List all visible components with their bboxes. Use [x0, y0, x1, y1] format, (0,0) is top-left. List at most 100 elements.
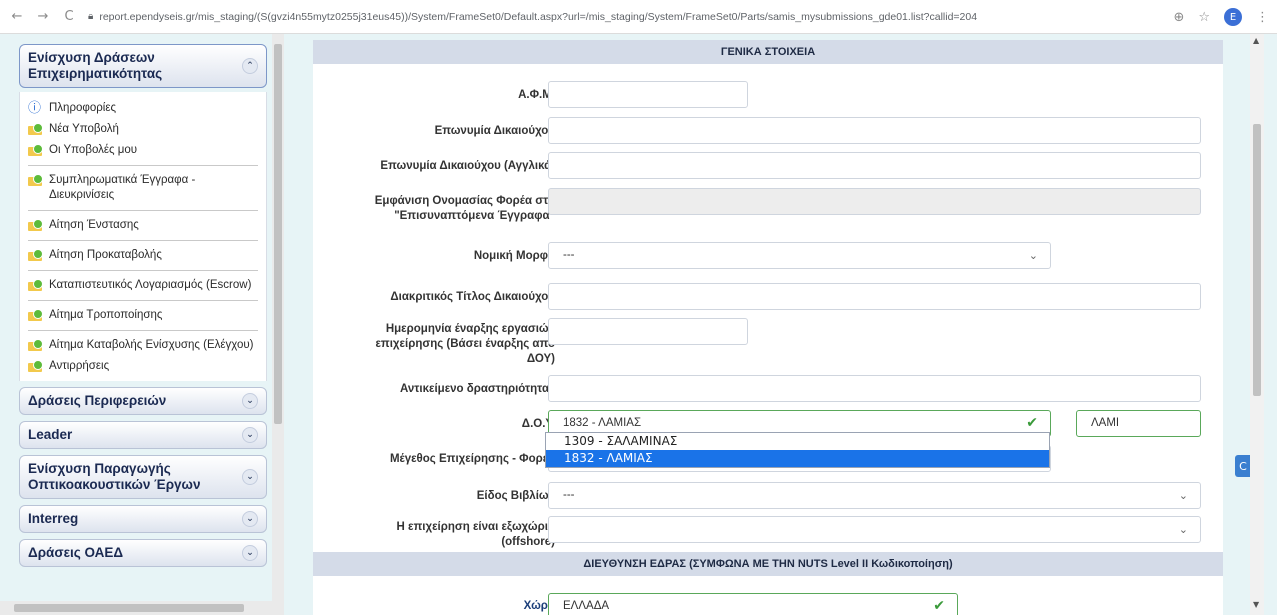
eponymia-input[interactable] — [548, 117, 1201, 144]
sidebar-item-oi-ypovoles-mou[interactable]: Οι Υποβολές μου — [28, 140, 258, 166]
offshore-select[interactable]: ⌄ — [548, 516, 1201, 543]
info-icon: ⓘ — [28, 101, 42, 116]
page-body: Ενίσχυση Δράσεων Επιχειρηματικότητας ⌃ ⓘ… — [0, 34, 1277, 615]
doy-option-lamias[interactable]: 1832 - ΛΑΜΙΑΣ — [546, 450, 1049, 467]
nomiki-morfi-label: Νομική Μορφή — [473, 250, 555, 262]
diakritikos-label: Διακριτικός Τίτλος Δικαιούχου — [390, 291, 555, 303]
megethos-label: Μέγεθος Επιχείρησης - Φορέα — [389, 453, 555, 465]
folder-icon — [28, 219, 44, 232]
sidebar-scrollbar[interactable] — [272, 34, 284, 615]
antikeimeno-label: Αντικείμενο δραστηριότητας — [400, 383, 555, 395]
main-form: ΓΕΝΙΚΑ ΣΤΟΙΧΕΙΑ Α.Φ.Μ. Επωνυμία Δικαιούχ… — [313, 40, 1223, 615]
antikeimeno-input[interactable] — [548, 375, 1201, 402]
main-scrollbar[interactable]: ▲ ▼ — [1250, 34, 1264, 615]
sidebar-item-label: Οι Υποβολές μου — [49, 144, 138, 156]
sidebar-item-label: Αίτηση Ένστασης — [49, 219, 139, 231]
chevron-down-icon: ⌄ — [1028, 249, 1038, 262]
scroll-down-icon[interactable]: ▼ — [1253, 600, 1259, 609]
chevron-down-icon: ⌄ — [1178, 489, 1188, 502]
expand-icon[interactable]: ⌄ — [242, 545, 258, 561]
afm-label: Α.Φ.Μ. — [518, 89, 555, 101]
eponymia-label: Επωνυμία Δικαιούχου — [434, 125, 555, 137]
scroll-up-icon[interactable]: ▲ — [1253, 36, 1259, 45]
expand-icon[interactable]: ⌄ — [242, 427, 258, 443]
folder-icon — [28, 144, 44, 157]
eidos-vivlion-select[interactable]: --- ⌄ — [548, 482, 1201, 509]
sidebar-item-label: Αίτηση Προκαταβολής — [49, 249, 162, 261]
sidebar-section-title: Interreg — [28, 511, 79, 526]
doy-filter-input[interactable]: ΛΑΜΙ — [1076, 410, 1201, 437]
xora-select[interactable]: ΕΛΛΑΔΑ ✔ — [548, 593, 958, 615]
bookmark-star-icon[interactable]: ☆ — [1198, 10, 1210, 25]
sidebar-section-title: Ενίσχυση Παραγωγής Οπτικοακουστικών Έργω… — [28, 461, 201, 492]
profile-avatar[interactable]: E — [1224, 8, 1242, 26]
back-icon[interactable]: ← — [8, 8, 26, 26]
sidebar-section-title: Leader — [28, 427, 73, 442]
sidebar-item-nea-ypovoli[interactable]: Νέα Υποβολή — [28, 119, 258, 140]
sidebar-item-label: Αίτημα Τροποποίησης — [49, 309, 163, 321]
sidebar-section-enisxysi-drasewn[interactable]: Ενίσχυση Δράσεων Επιχειρηματικότητας ⌃ — [19, 44, 267, 88]
folder-icon — [28, 360, 44, 373]
collapse-icon[interactable]: ⌃ — [242, 58, 258, 74]
sidebar-item-katavoli[interactable]: Αίτημα Καταβολής Ενίσχυσης (Ελέγχου) — [28, 335, 258, 356]
sidebar-section-title: Ενίσχυση Δράσεων Επιχειρηματικότητας — [28, 50, 163, 81]
sidebar-item-antirriseis[interactable]: Αντιρρήσεις — [28, 356, 258, 377]
sidebar-item-label: Αντιρρήσεις — [49, 360, 110, 372]
folder-icon — [28, 174, 44, 187]
imerominia-input[interactable] — [548, 318, 748, 345]
doy-dropdown-list: 1309 - ΣΑΛΑΜΙΝΑΣ 1832 - ΛΑΜΙΑΣ — [545, 432, 1050, 468]
folder-icon — [28, 279, 44, 292]
side-feedback-tab[interactable]: C — [1235, 455, 1251, 477]
sidebar-item-aitisi-enstasis[interactable]: Αίτηση Ένστασης — [28, 215, 258, 241]
sidebar-item-label: Συμπληρωματικά Έγγραφα - Διευκρινίσεις — [49, 174, 196, 201]
expand-icon[interactable]: ⌄ — [242, 511, 258, 527]
sidebar-item-label: Νέα Υποβολή — [49, 123, 119, 135]
xora-label: Χώρα — [523, 600, 555, 612]
folder-icon — [28, 249, 44, 262]
address-bar-text: report.ependyseis.gr/mis_staging/(S(gvzi… — [99, 10, 978, 23]
sidebar-section-draseis-oaed[interactable]: Δράσεις ΟΑΕΔ ⌄ — [19, 539, 267, 567]
sidebar-item-plirofories[interactable]: ⓘ Πληροφορίες — [28, 98, 258, 119]
emfanisi-label: Εμφάνιση Ονομασίας Φορέα στα "Επισυναπτό… — [374, 195, 555, 222]
sidebar-item-label: Καταπιστευτικός Λογαριασμός (Escrow) — [49, 279, 252, 291]
sidebar-horizontal-scrollbar[interactable] — [0, 601, 284, 615]
eponymia-en-input[interactable] — [548, 152, 1201, 179]
folder-icon — [28, 309, 44, 322]
offshore-label: Η επιχείρηση είναι εξωχώρια (offshore) — [396, 521, 556, 548]
diakritikos-input[interactable] — [548, 283, 1201, 310]
afm-input[interactable] — [548, 81, 748, 108]
lock-icon: 🔒︎ — [88, 11, 94, 22]
sidebar-section-body: ⓘ Πληροφορίες Νέα Υποβολή Οι Υποβολές μο… — [19, 92, 267, 381]
chevron-down-icon: ⌄ — [1178, 523, 1188, 536]
sidebar-item-symplirwmatika[interactable]: Συμπληρωματικά Έγγραφα - Διευκρινίσεις — [28, 170, 258, 211]
section-heading-address: ΔΙΕΥΘΥΝΣΗ ΕΔΡΑΣ (ΣΥΜΦΩΝΑ ΜΕ ΤΗΝ NUTS Lev… — [313, 552, 1223, 576]
forward-icon[interactable]: → — [34, 8, 52, 26]
expand-icon[interactable]: ⌄ — [242, 469, 258, 485]
sidebar-item-tropopoiisi[interactable]: Αίτημα Τροποποίησης — [28, 305, 258, 331]
doy-option-salaminas[interactable]: 1309 - ΣΑΛΑΜΙΝΑΣ — [546, 433, 1049, 450]
sidebar-section-interreg[interactable]: Interreg ⌄ — [19, 505, 267, 533]
sidebar-section-title: Δράσεις Περιφερειών — [28, 393, 167, 408]
folder-icon — [28, 339, 44, 352]
sidebar-section-title: Δράσεις ΟΑΕΔ — [28, 545, 124, 560]
doy-label: Δ.Ο.Υ. — [521, 418, 555, 430]
emfanisi-input — [548, 188, 1201, 215]
sidebar-item-escrow[interactable]: Καταπιστευτικός Λογαριασμός (Escrow) — [28, 275, 258, 301]
menu-kebab-icon[interactable]: ⋮ — [1256, 10, 1269, 25]
expand-icon[interactable]: ⌄ — [242, 393, 258, 409]
address-bar[interactable]: 🔒︎ report.ependyseis.gr/mis_staging/(S(g… — [88, 11, 977, 23]
sidebar-item-label: Αίτημα Καταβολής Ενίσχυσης (Ελέγχου) — [49, 339, 254, 351]
sidebar-item-label: Πληροφορίες — [49, 102, 117, 114]
eidos-vivlion-label: Είδος Βιβλίων — [476, 490, 555, 502]
nomiki-morfi-select[interactable]: --- ⌄ — [548, 242, 1051, 269]
browser-toolbar: ← → C 🔒︎ report.ependyseis.gr/mis_stagin… — [0, 0, 1277, 34]
sidebar-section-draseis-perifereiwn[interactable]: Δράσεις Περιφερειών ⌄ — [19, 387, 267, 415]
imerominia-label: Ημερομηνία έναρξης εργασιών επιχείρησης … — [375, 323, 555, 365]
sidebar-section-optikoakoustika[interactable]: Ενίσχυση Παραγωγής Οπτικοακουστικών Έργω… — [19, 455, 267, 499]
reload-icon[interactable]: C — [60, 8, 78, 26]
sidebar-section-leader[interactable]: Leader ⌄ — [19, 421, 267, 449]
zoom-icon[interactable]: ⊕ — [1173, 10, 1184, 25]
section-heading-general: ΓΕΝΙΚΑ ΣΤΟΙΧΕΙΑ — [313, 40, 1223, 64]
folder-icon — [28, 123, 44, 136]
sidebar-item-aitisi-prokatavolis[interactable]: Αίτηση Προκαταβολής — [28, 245, 258, 271]
